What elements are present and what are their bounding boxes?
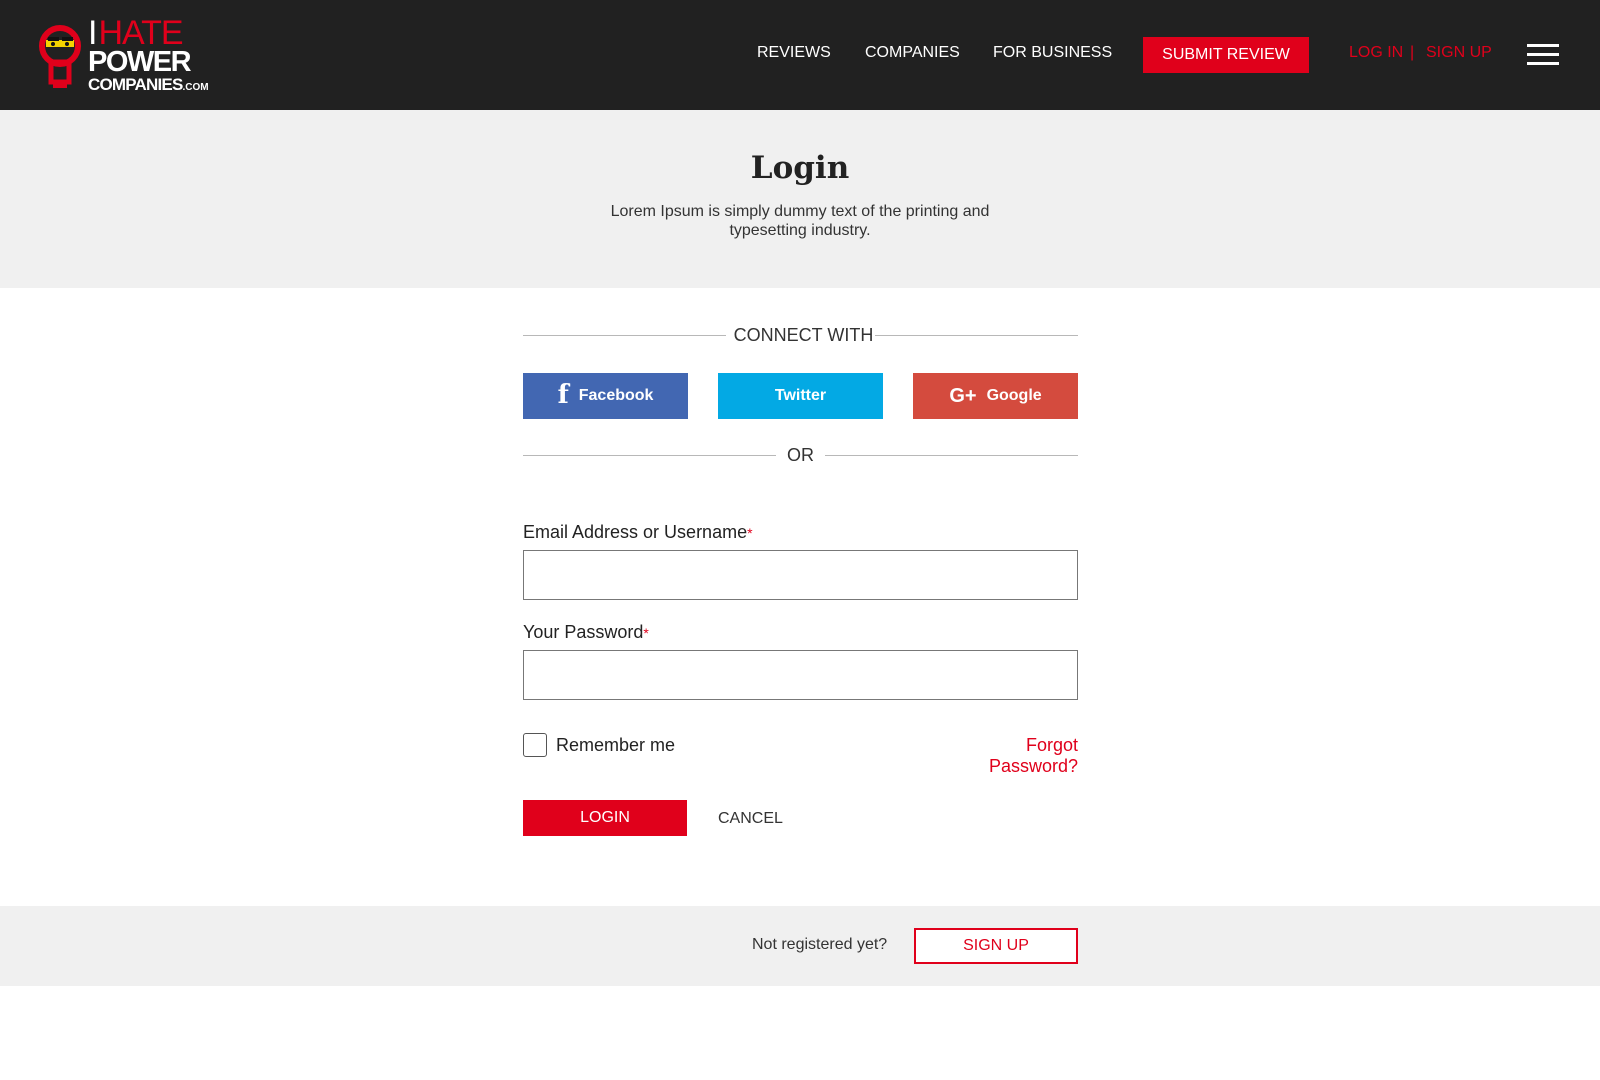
site-header: IHATE POWER COMPANIES.COM REVIEWS COMPAN…	[0, 0, 1600, 110]
remember-me-label[interactable]: Remember me	[556, 735, 675, 756]
email-label-text: Email Address or Username	[523, 522, 748, 542]
facebook-login-button[interactable]: f Facebook	[523, 373, 688, 419]
password-label: Your Password*	[523, 622, 649, 643]
header-sign-up-link[interactable]: SIGN UP	[1426, 44, 1492, 62]
submit-review-button[interactable]: SUBMIT REVIEW	[1143, 37, 1309, 73]
lightbulb-logo-icon	[39, 25, 81, 88]
password-label-text: Your Password	[523, 622, 644, 642]
google-label: Google	[986, 387, 1042, 404]
nav-for-business-link[interactable]: FOR BUSINESS	[993, 44, 1112, 62]
email-label: Email Address or Username*	[523, 522, 753, 543]
logo-power: POWER	[88, 46, 192, 78]
auth-separator: |	[1410, 44, 1415, 61]
forgot-password-link[interactable]: Forgot Password?	[932, 735, 1078, 777]
facebook-icon: f	[557, 380, 569, 410]
password-input[interactable]	[523, 650, 1078, 700]
remember-me-checkbox[interactable]	[523, 733, 547, 757]
connect-with-heading: CONNECT WITH	[733, 325, 874, 345]
sign-up-button[interactable]: SIGN UP	[914, 928, 1078, 964]
signup-strip: Not registered yet? SIGN UP	[0, 906, 1600, 986]
facebook-label: Facebook	[578, 387, 654, 404]
logo-companies: COMPANIES	[88, 75, 183, 94]
email-input[interactable]	[523, 550, 1078, 600]
header-log-in-link[interactable]: LOG IN	[1349, 44, 1403, 62]
site-logo[interactable]: IHATE POWER COMPANIES.COM	[38, 16, 218, 96]
google-plus-icon: G+	[949, 385, 977, 407]
google-login-button[interactable]: G+ Google	[913, 373, 1078, 419]
cancel-button[interactable]: CANCEL	[718, 810, 783, 828]
nav-companies-link[interactable]: COMPANIES	[865, 44, 960, 62]
page-subtitle: Lorem Ipsum is simply dummy text of the …	[610, 203, 990, 239]
nav-reviews-link[interactable]: REVIEWS	[757, 44, 831, 62]
or-label: OR	[787, 445, 814, 465]
page-title: Login	[750, 150, 850, 186]
required-asterisk: *	[643, 625, 649, 641]
connect-with-divider: CONNECT WITH	[523, 325, 1078, 345]
required-asterisk: *	[747, 525, 753, 541]
hamburger-icon[interactable]	[1527, 44, 1559, 66]
logo-wordmark: IHATE POWER COMPANIES.COM	[88, 16, 209, 93]
not-registered-text: Not registered yet?	[752, 936, 888, 953]
twitter-label: Twitter	[774, 387, 827, 404]
page-hero: Login Lorem Ipsum is simply dummy text o…	[0, 110, 1600, 288]
or-divider: OR	[523, 445, 1078, 465]
login-button[interactable]: LOGIN	[523, 800, 687, 836]
twitter-login-button[interactable]: Twitter	[718, 373, 883, 419]
logo-com: .COM	[182, 82, 209, 93]
